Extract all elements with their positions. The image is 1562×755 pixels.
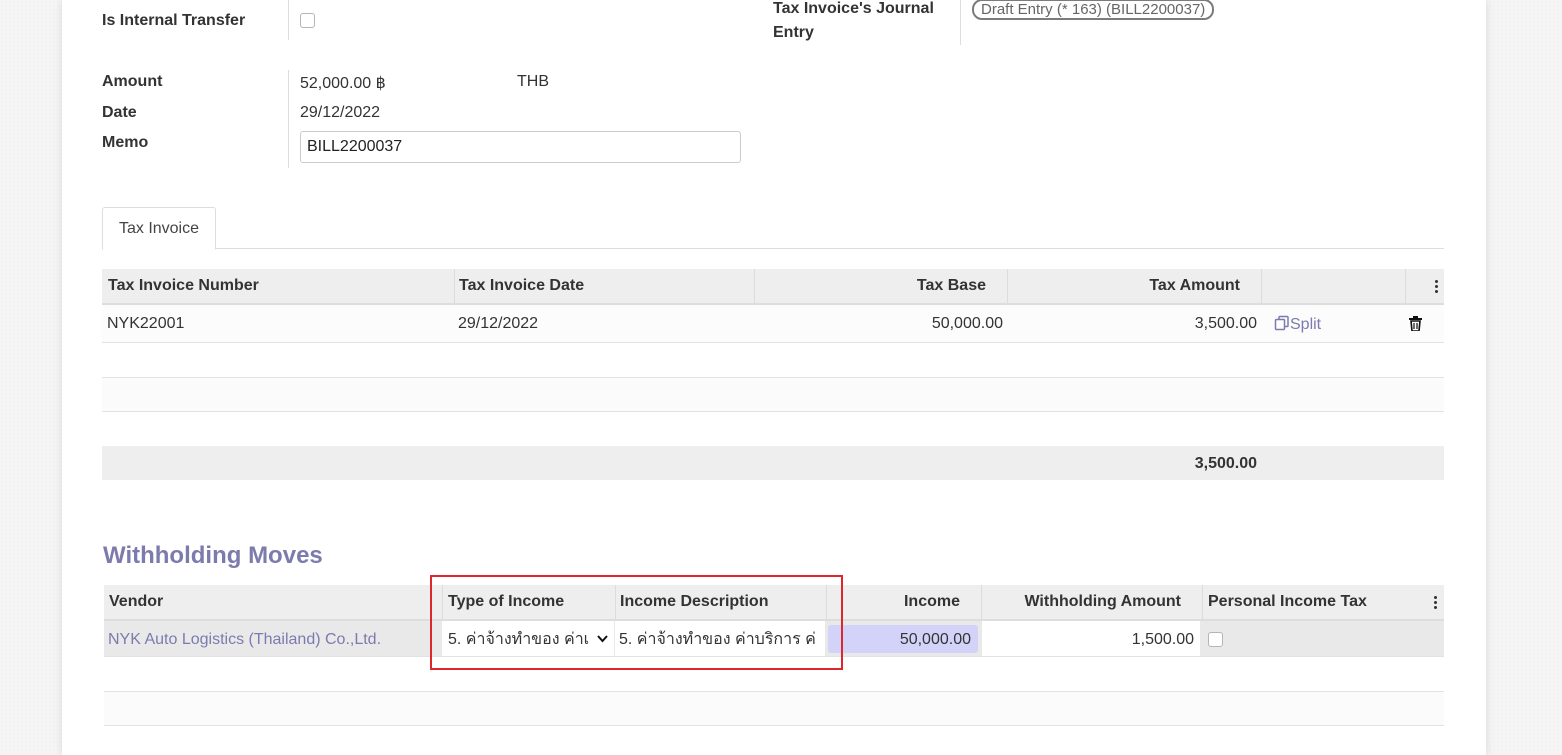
form-sheet: Is Internal Transfer Tax Invoice's Journ… xyxy=(62,0,1486,755)
column-divider xyxy=(454,269,455,303)
highlight-box xyxy=(430,575,843,670)
field-separator xyxy=(960,0,961,45)
trash-icon[interactable] xyxy=(1409,316,1422,331)
tax-table-header: Tax Invoice Number Tax Invoice Date Tax … xyxy=(102,269,1444,305)
tab-tax-invoice[interactable]: Tax Invoice xyxy=(102,207,216,250)
memo-label: Memo xyxy=(102,134,149,151)
date-label: Date xyxy=(102,104,137,121)
withholding-amount-input[interactable]: 1,500.00 xyxy=(982,621,1200,656)
col-withholding-amount[interactable]: Withholding Amount xyxy=(1024,585,1181,619)
column-divider xyxy=(754,269,755,303)
split-label: Split xyxy=(1290,316,1322,333)
kebab-menu-icon[interactable] xyxy=(1435,280,1439,295)
memo-input[interactable]: BILL2200037 xyxy=(300,131,741,163)
split-button[interactable]: Split xyxy=(1274,305,1321,344)
copy-icon xyxy=(1274,315,1289,331)
currency-value: THB xyxy=(517,73,549,90)
column-divider xyxy=(1007,269,1008,303)
income-input[interactable]: 50,000.00 xyxy=(828,625,978,653)
col-tax-invoice-date[interactable]: Tax Invoice Date xyxy=(459,269,584,303)
income-value: 50,000.00 xyxy=(899,631,971,648)
empty-row xyxy=(104,691,1444,725)
empty-row xyxy=(102,377,1444,411)
row-divider xyxy=(102,411,1444,412)
journal-entry-badge[interactable]: Draft Entry (* 163) (BILL2200037) xyxy=(972,0,1215,20)
journal-entry-label-line2: Entry xyxy=(773,24,814,41)
tab-underline xyxy=(102,248,1444,249)
tax-base: 50,000.00 xyxy=(931,315,1003,332)
col-personal-income-tax[interactable]: Personal Income Tax xyxy=(1208,585,1367,619)
internal-transfer-checkbox[interactable] xyxy=(300,13,315,28)
amount-label: Amount xyxy=(102,73,163,90)
tax-table-footer: 3,500.00 xyxy=(102,446,1444,480)
tax-invoice-number: NYK22001 xyxy=(107,315,185,332)
tax-amount-total: 3,500.00 xyxy=(1194,455,1257,472)
col-tax-base[interactable]: Tax Base xyxy=(917,269,986,303)
withholding-amount-value: 1,500.00 xyxy=(1131,631,1194,648)
internal-transfer-label: Is Internal Transfer xyxy=(102,12,246,29)
field-separator xyxy=(288,0,289,40)
row-divider xyxy=(102,377,1444,378)
col-tax-invoice-number[interactable]: Tax Invoice Number xyxy=(108,269,259,303)
field-separator xyxy=(288,70,289,168)
withholding-section-title: Withholding Moves xyxy=(103,542,323,569)
tax-amount: 3,500.00 xyxy=(1194,315,1257,332)
journal-entry-label-line1: Tax Invoice's Journal xyxy=(773,0,934,17)
amount-value: 52,000.00 ฿ xyxy=(300,75,386,92)
vendor-link[interactable]: NYK Auto Logistics (Thailand) Co.,Ltd. xyxy=(108,621,428,658)
col-vendor[interactable]: Vendor xyxy=(109,585,163,619)
tax-invoice-date: 29/12/2022 xyxy=(458,315,539,332)
kebab-menu-icon[interactable] xyxy=(1434,596,1438,611)
table-row[interactable]: NYK22001 29/12/2022 50,000.00 3,500.00 S… xyxy=(102,305,1444,342)
row-divider xyxy=(104,725,1444,726)
date-value: 29/12/2022 xyxy=(300,104,381,121)
row-divider xyxy=(102,342,1444,343)
personal-income-tax-checkbox[interactable] xyxy=(1208,632,1223,647)
column-divider xyxy=(1405,269,1406,303)
column-divider xyxy=(1261,269,1262,303)
col-tax-amount[interactable]: Tax Amount xyxy=(1149,269,1240,303)
col-income[interactable]: Income xyxy=(904,585,960,619)
column-divider xyxy=(981,585,982,619)
row-divider xyxy=(104,691,1444,692)
column-divider xyxy=(1202,585,1203,619)
